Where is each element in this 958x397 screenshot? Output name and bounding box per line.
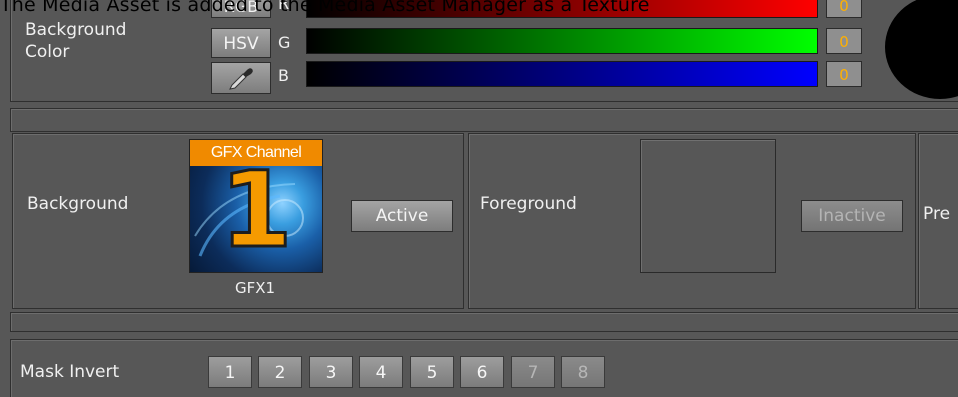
channel-b-label: B [278, 66, 289, 85]
mask-invert-2-button[interactable]: 2 [258, 356, 302, 388]
thumbnail-caption: GFX1 [234, 279, 276, 297]
figure-caption: The Media Asset is added to the Media As… [0, 0, 650, 16]
background-label: Background [27, 194, 129, 214]
foreground-thumbnail[interactable] [640, 139, 776, 273]
mask-invert-label: Mask Invert [20, 362, 120, 382]
mask-invert-6-button[interactable]: 6 [460, 356, 504, 388]
separator-bottom [10, 312, 958, 332]
foreground-label: Foreground [480, 194, 577, 214]
channel-g-label: G [278, 33, 291, 52]
channel-g-value[interactable]: 0 [826, 28, 862, 54]
mask-invert-7-button[interactable]: 7 [511, 356, 555, 388]
mask-invert-5-button[interactable]: 5 [410, 356, 454, 388]
mask-invert-1-button[interactable]: 1 [208, 356, 252, 388]
preview-label: Pre [923, 204, 951, 224]
separator-top [10, 108, 958, 132]
thumbnail-number: 1 [219, 149, 294, 271]
hsv-mode-button[interactable]: HSV [211, 28, 271, 58]
channel-b-slider[interactable] [306, 61, 818, 87]
panel: Background Color RGB HSV R G B 0 0 0 Bac… [0, 0, 958, 397]
background-active-button[interactable]: Active [351, 200, 453, 232]
eyedropper-icon [229, 68, 253, 90]
bg-color-label: Background Color [25, 20, 127, 62]
mask-invert-4-button[interactable]: 4 [359, 356, 403, 388]
channel-g-slider[interactable] [306, 28, 818, 54]
background-thumbnail[interactable]: GFX Channel 1 [189, 139, 323, 273]
mask-invert-3-button[interactable]: 3 [309, 356, 353, 388]
channel-b-value[interactable]: 0 [826, 61, 862, 87]
mask-invert-8-button[interactable]: 8 [561, 356, 605, 388]
color-picker-button[interactable] [211, 62, 271, 94]
foreground-inactive-button[interactable]: Inactive [801, 200, 903, 232]
